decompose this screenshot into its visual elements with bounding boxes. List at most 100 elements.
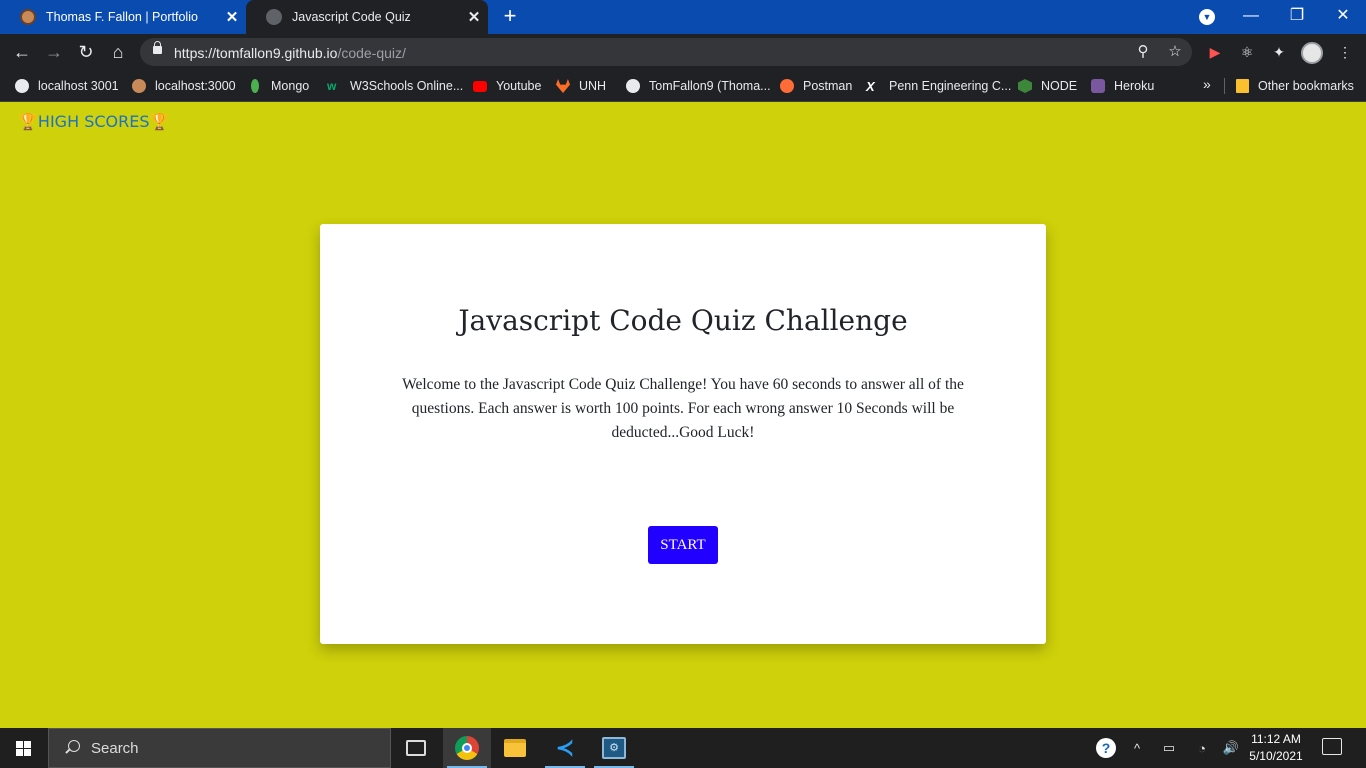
bookmark-label: Heroku: [1114, 79, 1155, 93]
volume-icon[interactable]: 🔊: [1220, 728, 1242, 768]
quiz-title: Javascript Code Quiz Challenge: [458, 304, 908, 337]
search-icon: [63, 739, 81, 757]
mysql-workbench-icon: ⚙: [602, 737, 626, 759]
mongo-leaf-icon: [251, 79, 259, 93]
bookmark-youtube[interactable]: Youtube: [473, 76, 541, 96]
quiz-card: Javascript Code Quiz Challenge Welcome t…: [320, 224, 1046, 644]
bookmark-localhost-3001[interactable]: localhost 3001: [15, 76, 119, 96]
tab-portfolio[interactable]: Thomas F. Fallon | Portfolio ✕: [0, 0, 246, 34]
bookmark-label: Mongo: [271, 79, 310, 93]
taskbar-file-explorer[interactable]: [491, 728, 539, 768]
chrome-icon: [455, 736, 479, 760]
globe-icon: [266, 9, 282, 25]
bookmarks-divider: [1224, 78, 1225, 94]
vscode-icon: ≺: [555, 735, 575, 760]
react-devtools-icon[interactable]: ⚛: [1238, 43, 1256, 61]
bookmark-label: W3Schools Online...: [350, 79, 464, 93]
zoom-icon[interactable]: ⚲: [1134, 43, 1152, 61]
tab-strip: Thomas F. Fallon | Portfolio ✕ Javascrip…: [0, 0, 1366, 34]
youtube-icon: [473, 80, 487, 92]
node-icon: [1018, 79, 1032, 93]
clock-date: 5/10/2021: [1249, 749, 1303, 763]
bookmark-w3schools[interactable]: w W3Schools Online...: [327, 76, 463, 96]
maximize-button[interactable]: ❐: [1274, 0, 1320, 34]
back-button[interactable]: ←: [10, 40, 34, 64]
tab-title: Thomas F. Fallon | Portfolio: [46, 10, 198, 24]
other-bookmarks-folder[interactable]: Other bookmarks: [1236, 76, 1354, 96]
extension-icon[interactable]: ▶: [1206, 43, 1224, 61]
bookmark-label: TomFallon9 (Thoma...: [649, 79, 771, 93]
quiz-intro-text: Welcome to the Javascript Code Quiz Chal…: [402, 376, 964, 441]
portfolio-avatar-icon: [20, 9, 36, 25]
high-scores-link[interactable]: 🏆 HIGH SCORES 🏆: [18, 112, 169, 131]
start-button[interactable]: START: [648, 526, 718, 564]
battery-icon[interactable]: ▭: [1158, 728, 1180, 768]
github-icon: [626, 79, 640, 93]
minimize-button[interactable]: —: [1228, 0, 1274, 34]
tab-title: Javascript Code Quiz: [292, 10, 411, 24]
menu-icon[interactable]: ⋮: [1336, 43, 1354, 61]
high-scores-label: HIGH SCORES: [37, 112, 150, 131]
tab-search-icon[interactable]: ▼: [1199, 9, 1215, 25]
postman-icon: [780, 79, 794, 93]
profile-avatar[interactable]: [1301, 42, 1323, 64]
lock-icon[interactable]: [153, 41, 162, 54]
close-icon[interactable]: ✕: [218, 8, 246, 26]
browser-toolbar: ← → ↻ ⌂ https://tomfallon9.github.io/cod…: [0, 34, 1366, 70]
tab-code-quiz[interactable]: Javascript Code Quiz ✕: [246, 0, 488, 34]
home-button[interactable]: ⌂: [106, 40, 130, 64]
bookmark-postman[interactable]: Postman: [780, 76, 852, 96]
bookmark-label: Penn Engineering C...: [889, 79, 1012, 93]
address-bar[interactable]: https://tomfallon9.github.io/code-quiz/ …: [140, 38, 1192, 66]
bookmark-localhost-3000[interactable]: localhost:3000: [132, 76, 236, 96]
avatar-icon: [132, 79, 146, 93]
bookmark-mongo[interactable]: Mongo: [248, 76, 309, 96]
bookmark-label: localhost:3000: [155, 79, 236, 93]
taskbar-vscode[interactable]: ≺: [541, 728, 589, 768]
bookmarks-bar: localhost 3001 localhost:3000 Mongo w W3…: [0, 70, 1366, 102]
task-view-button[interactable]: [392, 728, 440, 768]
bookmark-node[interactable]: NODE: [1018, 76, 1077, 96]
w3schools-icon: w: [327, 79, 337, 93]
bookmark-label: localhost 3001: [38, 79, 119, 93]
extensions-puzzle-icon[interactable]: ✦: [1270, 43, 1288, 61]
windows-taskbar: Search ≺ ⚙ ? ^ ▭ ◔ 🔊 11:12 AM 5/10/2021: [0, 728, 1366, 768]
notifications-icon[interactable]: [1322, 738, 1342, 755]
taskbar-clock[interactable]: 11:12 AM 5/10/2021: [1244, 731, 1308, 765]
more-bookmarks-chevron-icon[interactable]: »: [1203, 76, 1211, 92]
forward-button[interactable]: →: [42, 40, 66, 64]
taskbar-chrome[interactable]: [443, 728, 491, 768]
close-icon[interactable]: ✕: [460, 8, 488, 26]
gitlab-icon: [556, 79, 570, 93]
heroku-icon: [1091, 79, 1105, 93]
bookmark-unh[interactable]: UNH: [556, 76, 606, 96]
bookmark-penn-engineering[interactable]: X Penn Engineering C...: [866, 76, 1011, 96]
globe-icon: [15, 79, 29, 93]
clock-time: 11:12 AM: [1251, 732, 1301, 746]
bookmark-label: Youtube: [496, 79, 542, 93]
close-window-button[interactable]: ✕: [1320, 0, 1366, 34]
task-view-icon: [406, 740, 426, 756]
windows-start-button[interactable]: [0, 728, 48, 768]
file-explorer-icon: [504, 739, 526, 757]
taskbar-search-box[interactable]: Search: [48, 728, 391, 768]
bookmark-label: Other bookmarks: [1258, 79, 1354, 93]
trophy-icon: 🏆: [18, 112, 38, 131]
bookmark-star-icon[interactable]: ☆: [1166, 43, 1184, 61]
search-placeholder: Search: [91, 739, 139, 757]
bookmark-label: Postman: [803, 79, 853, 93]
bookmark-heroku[interactable]: Heroku: [1091, 76, 1154, 96]
taskbar-mysql-workbench[interactable]: ⚙: [590, 728, 638, 768]
help-icon[interactable]: ?: [1096, 738, 1116, 758]
reload-button[interactable]: ↻: [74, 40, 98, 64]
penn-x-icon: X: [866, 79, 875, 94]
network-icon[interactable]: ◔: [1192, 728, 1212, 768]
url-text[interactable]: https://tomfallon9.github.io/code-quiz/: [174, 45, 406, 61]
bookmark-label: UNH: [579, 79, 607, 93]
bookmark-label: NODE: [1041, 79, 1078, 93]
new-tab-button[interactable]: +: [498, 4, 522, 28]
trophy-icon: 🏆: [149, 112, 170, 131]
show-hidden-icons-chevron-icon[interactable]: ^: [1127, 728, 1147, 768]
bookmark-github[interactable]: TomFallon9 (Thoma...: [626, 76, 771, 96]
folder-icon: [1236, 79, 1249, 93]
